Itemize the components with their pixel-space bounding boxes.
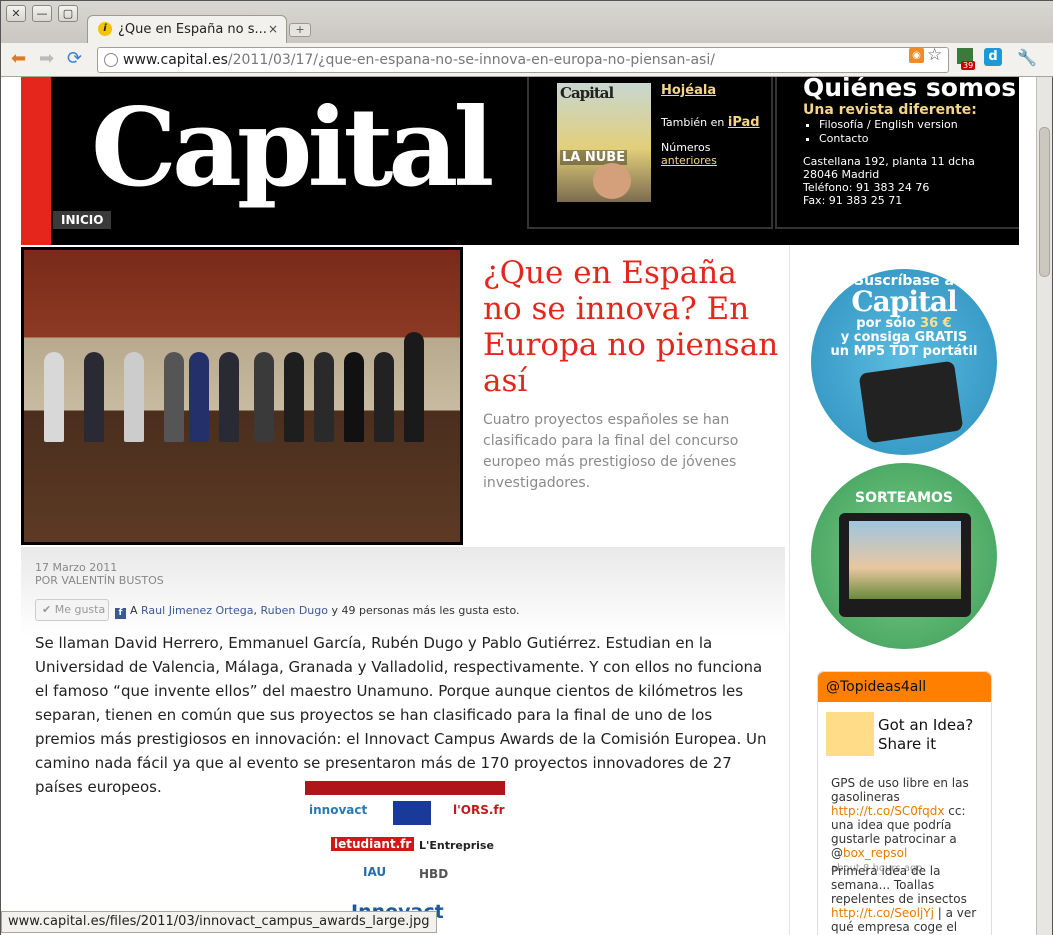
article-date: 17 Marzo 2011	[35, 561, 118, 574]
scrollbar-thumb[interactable]	[1039, 127, 1050, 277]
article-dek: Cuatro proyectos españoles se han clasif…	[483, 412, 739, 491]
subscribe-promo[interactable]: Suscríbase a Capital por sólo 36 € y cons…	[811, 269, 997, 455]
article-body-area: 17 Marzo 2011 POR VALENTÍN BUSTOS ✔ Me g…	[21, 547, 785, 935]
inicio-link[interactable]: INICIO	[53, 211, 112, 229]
tab-close-icon[interactable]: ×	[268, 22, 278, 36]
forward-icon[interactable]: ➡	[39, 49, 54, 69]
twitter-widget: @Topideas4all Got an Idea? Share it GPS d…	[817, 671, 992, 935]
like-button[interactable]: ✔ Me gusta	[35, 599, 109, 621]
tweet: GPS de uso libre en las gasolineras http…	[831, 776, 969, 874]
twitter-handle[interactable]: @Topideas4all	[818, 672, 991, 702]
wrench-icon[interactable]: 🔧	[1017, 48, 1037, 67]
close-icon[interactable]: ✕	[6, 5, 26, 22]
eu-flag-icon	[393, 801, 431, 825]
tweet-link[interactable]: http://t.co/SeoljYj	[831, 906, 934, 920]
reload-icon[interactable]: ⟳	[67, 49, 82, 69]
url-text: www.capital.es/2011/03/17/¿que-en-espana…	[123, 52, 715, 68]
site-header: Capital INICIO Capital LA NUBE Hojéala T…	[51, 77, 1019, 245]
fb-user-link[interactable]: Raul Jimenez Ortega	[141, 604, 253, 617]
rss-icon[interactable]: ◉	[909, 48, 924, 63]
article-photo[interactable]	[21, 247, 463, 545]
address: Castellana 192, planta 11 dcha 28046 Mad…	[803, 155, 975, 207]
tab-title: ¿Que en España no s...	[118, 22, 267, 37]
article-meta: 17 Marzo 2011 POR VALENTÍN BUSTOS	[35, 561, 164, 587]
topideas-avatar[interactable]	[826, 712, 874, 756]
browser-window: ✕ — ▢ i ¿Que en España no s... × + ⬅ ➡ ⟳…	[0, 0, 1053, 935]
status-bubble: www.capital.es/files/2011/03/innovact_ca…	[1, 911, 437, 933]
article-text: Se llaman David Herrero, Emmanuel García…	[35, 634, 767, 796]
star-icon[interactable]: ☆	[927, 45, 942, 65]
tab-active[interactable]: i ¿Que en España no s... ×	[87, 15, 287, 43]
page-viewport: Capital INICIO Capital LA NUBE Hojéala T…	[1, 77, 1036, 935]
new-tab-button[interactable]: +	[289, 23, 311, 37]
scrollbar[interactable]	[1036, 77, 1052, 935]
tweet-link[interactable]: http://t.co/SC0fqdx	[831, 804, 944, 818]
toolbar: ⬅ ➡ ⟳ www.capital.es/2011/03/17/¿que-en-…	[1, 43, 1053, 77]
back-icon[interactable]: ⬅	[11, 49, 26, 69]
facebook-icon: f	[115, 608, 126, 619]
extension-badge: 39	[961, 61, 976, 70]
article-byline: POR VALENTÍN BUSTOS	[35, 574, 164, 587]
contacto-link[interactable]: Contacto	[819, 132, 958, 146]
maximize-icon[interactable]: ▢	[58, 5, 78, 22]
address-bar[interactable]: www.capital.es/2011/03/17/¿que-en-espana…	[97, 47, 949, 73]
about-title: Quiénes somos	[803, 77, 1017, 102]
twitter-tagline: Got an Idea? Share it	[878, 716, 974, 753]
favicon-icon: i	[98, 22, 112, 36]
tweet: Primera idea de la semana... Toallas rep…	[831, 864, 977, 935]
ipad-link[interactable]: iPad	[728, 115, 760, 130]
ipad-line: También en iPad	[661, 115, 760, 130]
site-logo[interactable]: Capital	[91, 85, 494, 211]
about-box: Quiénes somos Una revista diferente: Fil…	[775, 77, 1019, 229]
globe-icon	[104, 53, 118, 67]
delicious-icon[interactable]: d	[984, 48, 1002, 66]
anteriores-link[interactable]: anteriores	[661, 154, 717, 167]
about-subtitle: Una revista diferente:	[803, 102, 977, 118]
sorteamos-promo[interactable]: SORTEAMOS	[811, 463, 997, 649]
magazine-cover[interactable]: Capital LA NUBE	[557, 83, 651, 202]
photo-frame-icon	[839, 513, 971, 617]
mp5-device-icon	[858, 360, 964, 444]
article-headline: ¿Que en España no se innova? En Europa n…	[483, 255, 779, 399]
tweet-mention[interactable]: box_repsol	[843, 846, 907, 860]
tab-strip: ✕ — ▢ i ¿Que en España no s... × +	[1, 1, 1053, 43]
facebook-likes: fA Raul Jimenez Ortega, Ruben Dugo y 49 …	[115, 604, 519, 619]
fb-user-link[interactable]: Ruben Dugo	[260, 604, 328, 617]
magazine-box: Capital LA NUBE Hojéala También en iPad …	[527, 77, 773, 229]
filosofia-link[interactable]: Filosofía / English version	[819, 118, 958, 132]
minimize-icon[interactable]: —	[32, 5, 52, 22]
red-accent-bar	[21, 77, 51, 245]
back-issues: Números anteriores	[661, 141, 717, 167]
hojeala-link[interactable]: Hojéala	[661, 83, 716, 98]
